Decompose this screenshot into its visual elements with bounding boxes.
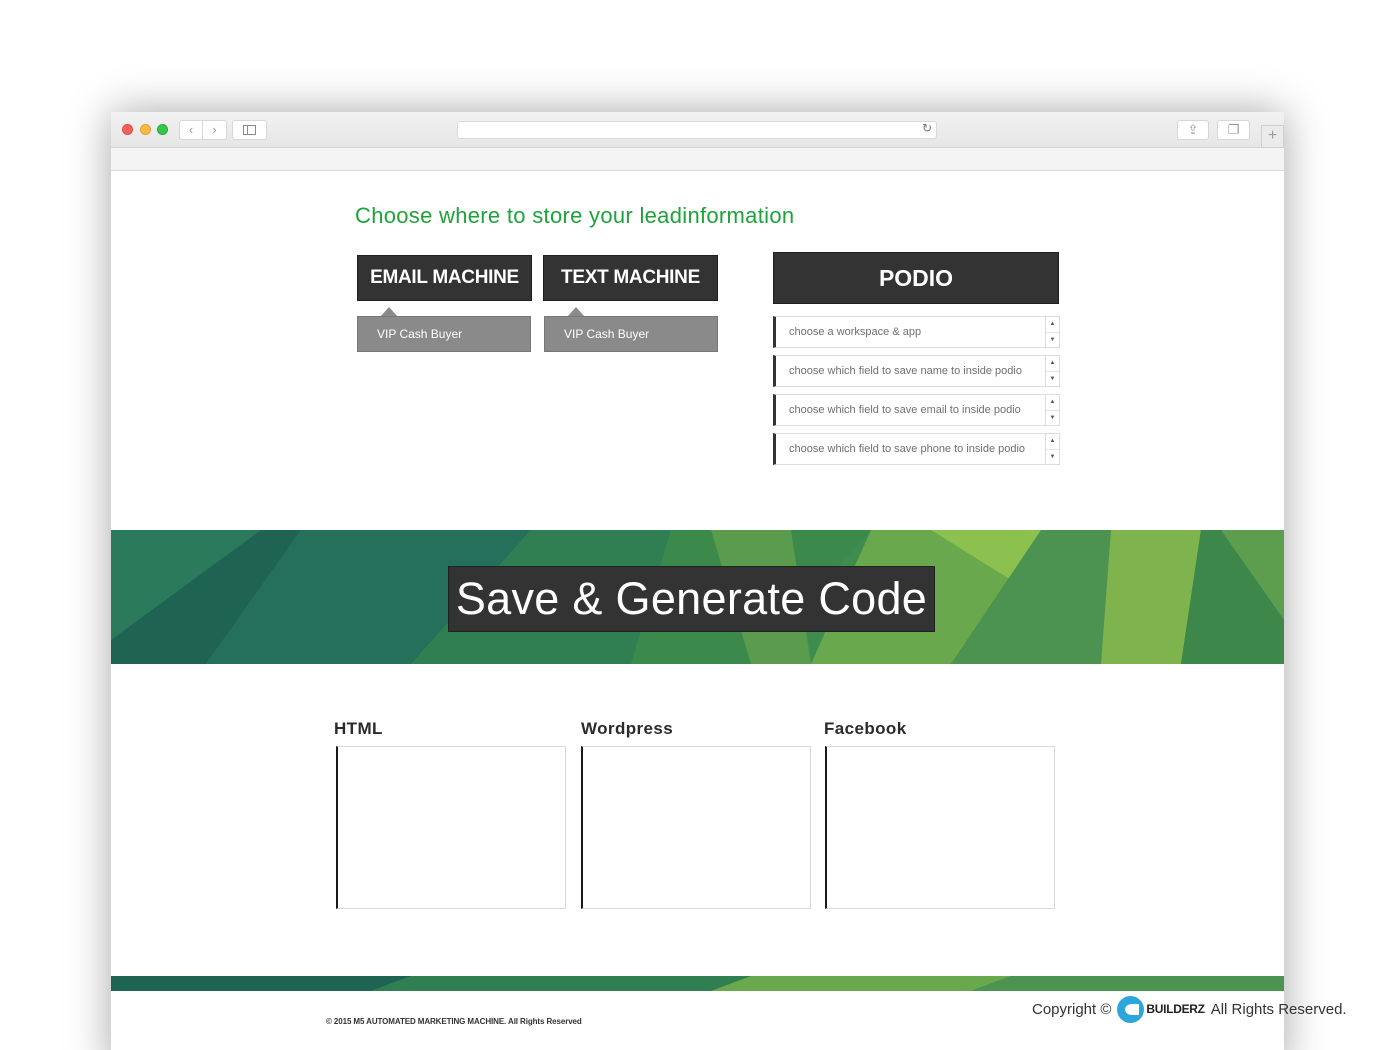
share-button[interactable]: ⇪ [1177,120,1209,140]
plus-icon: + [1267,127,1278,144]
podio-workspace-select[interactable]: choose a workspace & app ▲ ▼ [773,316,1060,348]
reload-icon[interactable]: ↻ [922,121,932,135]
builderz-logo-icon [1117,995,1145,1023]
browser-window: ‹ › ↻ ⇪ ❐ + Choose where to store your l… [111,112,1284,1050]
tabs-icon: ❐ [1227,122,1240,137]
caret-down-icon: ▼ [1046,371,1059,386]
caret-down-icon: ▼ [1046,332,1059,347]
podio-name-field-select-label: choose which field to save name to insid… [789,365,1022,377]
sidebar-icon [243,125,256,135]
copyright-prefix: Copyright © [1032,1000,1112,1018]
text-machine-button[interactable]: TEXT MACHINE [543,255,718,301]
podio-email-field-select-label: choose which field to save email to insi… [789,404,1021,416]
footer-polygons [111,976,1284,991]
facebook-code-textarea[interactable] [825,746,1055,909]
builderz-logo-wordmark: BUILDERZ [1146,1002,1205,1016]
podio-phone-field-select-label: choose which field to save phone to insi… [789,443,1026,455]
caret-up-icon: ▲ [1049,438,1056,444]
caret-up-icon: ▲ [1049,321,1056,327]
address-bar[interactable]: ↻ [457,121,937,139]
copyright-suffix: All Rights Reserved. [1210,1000,1347,1018]
html-code-textarea[interactable] [336,746,566,909]
wordpress-code-label: Wordpress [581,719,674,738]
caret-down-icon: ▼ [1046,449,1059,464]
zoom-window-button[interactable] [157,124,168,135]
screenshot-stage: ‹ › ↻ ⇪ ❐ + Choose where to store your l… [0,0,1400,1050]
caret-up-icon: ▲ [1049,360,1056,366]
chevron-left-icon: ‹ [188,122,194,137]
select-spinner[interactable]: ▲ ▼ [1045,317,1059,347]
bookmarks-bar [111,148,1284,171]
caret-up-icon: ▲ [1049,399,1056,405]
podio-email-field-select[interactable]: choose which field to save email to insi… [773,394,1060,426]
builderz-logo: BUILDERZ [1117,995,1205,1023]
email-machine-list-select[interactable]: VIP Cash Buyer [357,316,531,352]
select-spinner[interactable]: ▲ ▼ [1045,434,1059,464]
sidebar-toggle-button[interactable] [232,120,267,140]
facebook-code-label: Facebook [824,719,907,738]
close-window-button[interactable] [122,124,133,135]
podio-phone-field-select[interactable]: choose which field to save phone to insi… [773,433,1060,465]
page-heading: Choose where to store your leadinformati… [355,203,795,228]
podio-workspace-select-label: choose a workspace & app [789,326,922,338]
select-spinner[interactable]: ▲ ▼ [1045,395,1059,425]
footer-strip [111,976,1284,991]
podio-button[interactable]: PODIO [773,252,1059,304]
save-generate-code-button[interactable]: Save & Generate Code [448,566,935,632]
share-icon: ⇪ [1187,122,1199,137]
show-tabs-button[interactable]: ❐ [1217,120,1250,140]
new-tab-button[interactable]: + [1261,125,1284,148]
minimize-window-button[interactable] [140,124,151,135]
forward-button[interactable]: › [203,120,227,140]
wordpress-code-textarea[interactable] [581,746,811,909]
chevron-right-icon: › [212,122,217,137]
green-banner: Save & Generate Code [111,530,1284,664]
footer-copyright-text: © 2015 M5 AUTOMATED MARKETING MACHINE. A… [326,1017,582,1026]
html-code-label: HTML [334,719,383,738]
browser-titlebar: ‹ › ↻ ⇪ ❐ + [111,112,1284,148]
text-machine-list-select[interactable]: VIP Cash Buyer [544,316,718,352]
select-spinner[interactable]: ▲ ▼ [1045,356,1059,386]
email-machine-button[interactable]: EMAIL MACHINE [357,255,532,301]
caret-down-icon: ▼ [1046,410,1059,425]
copyright-overlay: Copyright © BUILDERZ All Rights Reserved… [1032,995,1347,1023]
podio-name-field-select[interactable]: choose which field to save name to insid… [773,355,1060,387]
back-button[interactable]: ‹ [179,120,203,140]
